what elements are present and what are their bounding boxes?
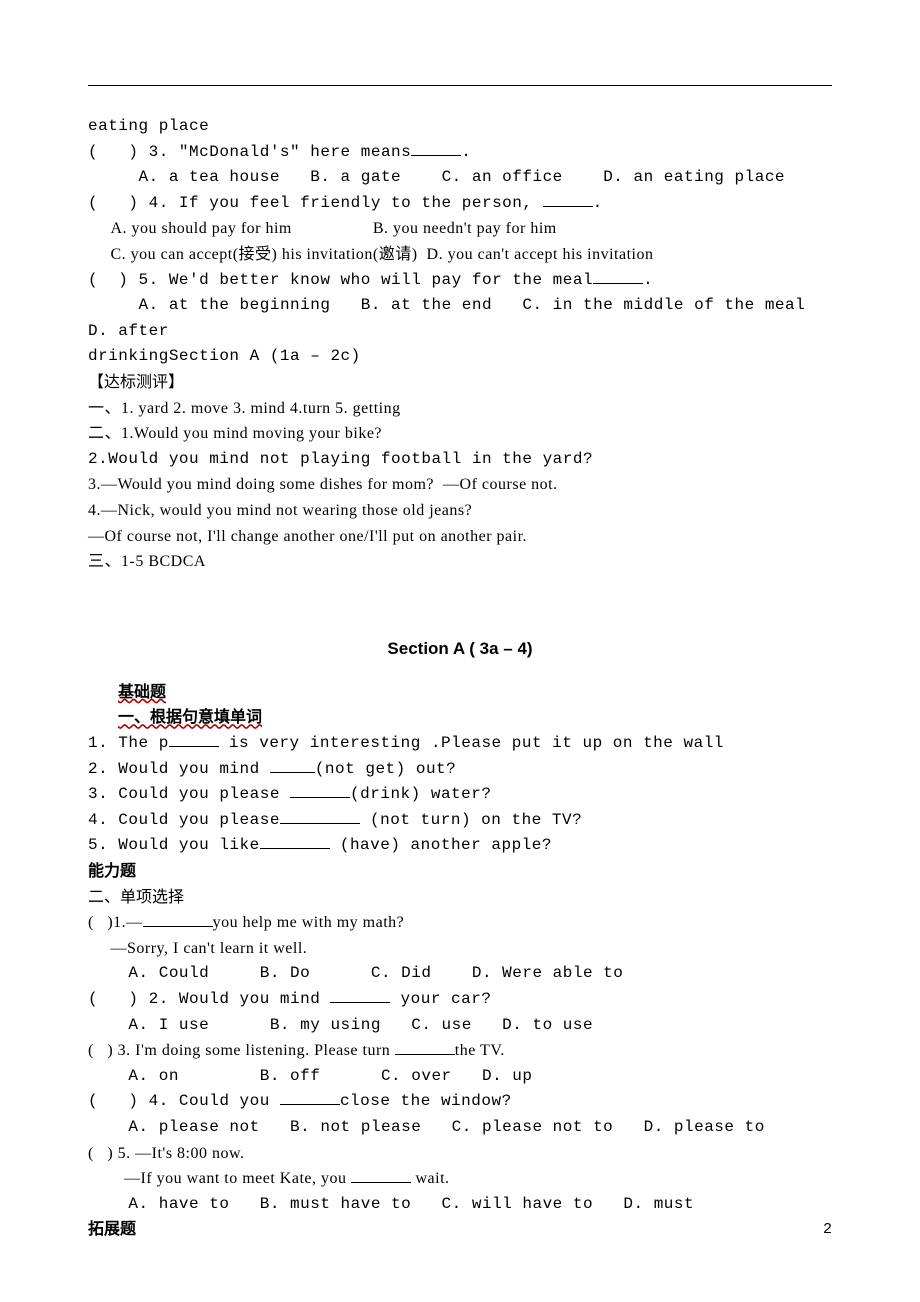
q5: ( ) 5. We'd better know who will pay for…: [88, 268, 832, 294]
answer-title: 【达标测评】: [88, 370, 832, 396]
mc-q5-opts: A. have to B. must have to C. will have …: [88, 1192, 832, 1218]
f5b: (have) another apple?: [330, 836, 552, 854]
f5-blank[interactable]: [260, 848, 330, 849]
mq4-blank[interactable]: [280, 1104, 340, 1105]
base-label: 基础题: [118, 684, 166, 701]
q3: ( ) 3. "McDonald's" here means.: [88, 140, 832, 166]
section-a-title: Section A ( 3a – 4): [88, 635, 832, 662]
f1-blank[interactable]: [169, 746, 219, 747]
fill-1: 1. The p is very interesting .Please put…: [88, 731, 832, 757]
base-title: 基础题: [118, 680, 832, 706]
mc-q1-l2: —Sorry, I can't learn it well.: [88, 936, 832, 962]
fill-label: 一、根据句意填单词: [118, 709, 262, 726]
mq1-blank[interactable]: [143, 926, 213, 927]
mc-title: 二、单项选择: [88, 885, 832, 911]
mc-q3-opts: A. on B. off C. over D. up: [88, 1064, 832, 1090]
mq2-blank[interactable]: [330, 1002, 390, 1003]
ext-title: 拓展题: [88, 1217, 832, 1243]
q5-text: ( ) 5. We'd better know who will pay for…: [88, 271, 593, 289]
ans-4: 3.—Would you mind doing some dishes for …: [88, 472, 832, 498]
mq5-blank[interactable]: [351, 1182, 411, 1183]
mc-q5-l2: —If you want to meet Kate, you wait.: [88, 1166, 832, 1192]
ans-5: 4.—Nick, would you mind not wearing thos…: [88, 498, 832, 524]
q3-text: ( ) 3. "McDonald's" here means: [88, 143, 411, 161]
ans-1: 一、1. yard 2. move 3. mind 4.turn 5. gett…: [88, 396, 832, 422]
mc-q4: ( ) 4. Could you close the window?: [88, 1089, 832, 1115]
fill-title: 一、根据句意填单词: [118, 705, 832, 731]
mc-q1-opts: A. Could B. Do C. Did D. Were able to: [88, 961, 832, 987]
f1b: is very interesting .Please put it up on…: [219, 734, 724, 752]
q4-text: ( ) 4. If you feel friendly to the perso…: [88, 194, 543, 212]
mq4a: ( ) 4. Could you: [88, 1092, 280, 1110]
mq1b: you help me with my math?: [213, 914, 405, 931]
f2a: 2. Would you mind: [88, 760, 270, 778]
mc-q1: ( )1.— you help me with my math?: [88, 910, 832, 936]
mq2a: ( ) 2. Would you mind: [88, 990, 330, 1008]
q3-options: A. a tea house B. a gate C. an office D.…: [88, 165, 832, 191]
ability-title: 能力题: [88, 859, 832, 885]
f1a: 1. The p: [88, 734, 169, 752]
fill-4: 4. Could you please (not turn) on the TV…: [88, 808, 832, 834]
mq5b: —If you want to meet Kate, you: [88, 1170, 351, 1187]
fill-3: 3. Could you please (drink) water?: [88, 782, 832, 808]
ans-3: 2.Would you mind not playing football in…: [88, 447, 832, 473]
page-number: 2: [823, 1218, 832, 1242]
ans-2: 二、1.Would you mind moving your bike?: [88, 421, 832, 447]
f4b: (not turn) on the TV?: [360, 811, 582, 829]
q4-cd: C. you can accept(接受) his invitation(邀请)…: [88, 242, 832, 268]
f5a: 5. Would you like: [88, 836, 260, 854]
mc-q2: ( ) 2. Would you mind your car?: [88, 987, 832, 1013]
q4: ( ) 4. If you feel friendly to the perso…: [88, 191, 832, 217]
f3b: (drink) water?: [350, 785, 491, 803]
ans-7: 三、1-5 BCDCA: [88, 549, 832, 575]
fill-2: 2. Would you mind (not get) out?: [88, 757, 832, 783]
mq4b: close the window?: [340, 1092, 512, 1110]
f2b: (not get) out?: [315, 760, 456, 778]
q5-blank[interactable]: [593, 283, 643, 284]
q4-blank[interactable]: [543, 206, 593, 207]
mq3b: the TV.: [455, 1042, 505, 1059]
mc-q2-opts: A. I use B. my using C. use D. to use: [88, 1013, 832, 1039]
mq1a: ( )1.—: [88, 914, 143, 931]
mc-q4-opts: A. please not B. not please C. please no…: [88, 1115, 832, 1141]
mq5c: wait.: [411, 1170, 450, 1187]
top-rule: [88, 85, 832, 86]
f3-blank[interactable]: [290, 797, 350, 798]
f4-blank[interactable]: [280, 823, 360, 824]
q5-cont: drinkingSection A (1a – 2c): [88, 344, 832, 370]
mq3a: ( ) 3. I'm doing some listening. Please …: [88, 1042, 395, 1059]
ans-6: —Of course not, I'll change another one/…: [88, 524, 832, 550]
f3a: 3. Could you please: [88, 785, 290, 803]
mq2b: your car?: [390, 990, 491, 1008]
f4a: 4. Could you please: [88, 811, 280, 829]
mc-q5: ( ) 5. —It's 8:00 now.: [88, 1141, 832, 1167]
mc-q3: ( ) 3. I'm doing some listening. Please …: [88, 1038, 832, 1064]
eating-place: eating place: [88, 114, 832, 140]
q4-ab: A. you should pay for him B. you needn't…: [88, 216, 832, 242]
q3-blank[interactable]: [411, 155, 461, 156]
fill-5: 5. Would you like (have) another apple?: [88, 833, 832, 859]
q5-options: A. at the beginning B. at the end C. in …: [88, 293, 832, 344]
f2-blank[interactable]: [270, 772, 315, 773]
mq3-blank[interactable]: [395, 1054, 455, 1055]
